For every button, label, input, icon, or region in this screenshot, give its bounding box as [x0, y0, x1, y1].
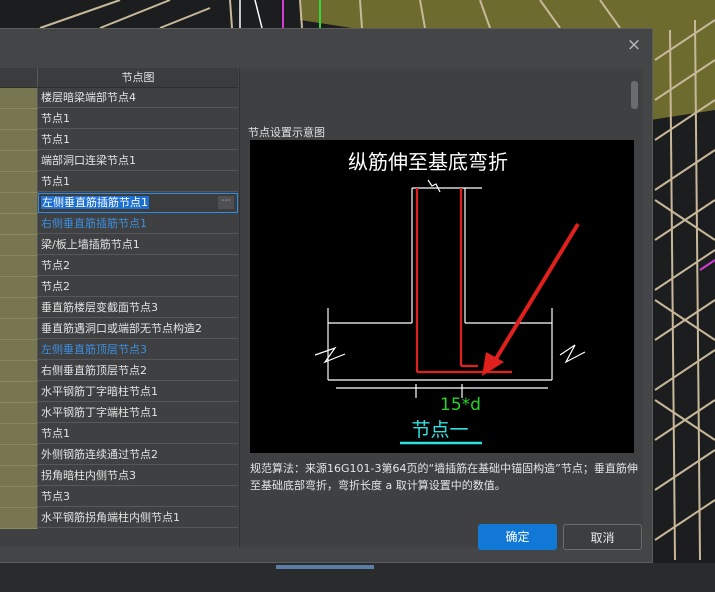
row-left-cell [0, 466, 38, 487]
row-left-cell [0, 508, 38, 529]
table-row[interactable]: 梁/板上墙插筋节点1 [0, 235, 238, 256]
node-cell[interactable]: 梁/板上墙插筋节点1 [38, 235, 238, 255]
table-row[interactable]: 垂直筋遇洞口或端部无节点构造2 [0, 319, 238, 340]
row-left-cell [0, 277, 38, 298]
node-cell[interactable]: 节点2 [38, 277, 238, 297]
close-icon[interactable]: × [622, 35, 646, 55]
table-row[interactable]: 节点1 [0, 172, 238, 193]
node-cell-text[interactable]: 左侧垂直筋插筋节点1 [41, 196, 149, 209]
table-row[interactable]: 楼层暗梁端部节点4 [0, 88, 238, 109]
table-row[interactable]: 节点3 [0, 487, 238, 508]
row-left-cell [0, 361, 38, 382]
node-cell[interactable]: 左侧垂直筋顶层节点3 [38, 340, 238, 360]
table-row[interactable]: 右侧垂直筋插筋节点1 [0, 214, 238, 235]
ellipsis-button[interactable]: ⋯ [218, 196, 234, 209]
node-cell[interactable]: 节点1 [38, 130, 238, 150]
node-cell[interactable]: 右侧垂直筋顶层节点2 [38, 361, 238, 381]
table-header-left [0, 68, 38, 87]
column-header-node-diagram: 节点图 [121, 71, 155, 84]
node-table: 节点图 楼层暗梁端部节点4 节点1 节点1 端部洞口连梁节点1 节点1 左侧垂直筋插筋节点… [0, 68, 238, 546]
table-row[interactable]: 左侧垂直筋插筋节点1 ⋯ [0, 193, 238, 214]
node-cell[interactable]: 拐角暗柱内侧节点3 [38, 466, 238, 486]
table-row[interactable]: 节点1 [0, 424, 238, 445]
row-left-cell [0, 424, 38, 445]
node-cell[interactable]: 垂直筋遇洞口或端部无节点构造2 [38, 319, 238, 339]
node-cell[interactable]: 右侧垂直筋插筋节点1 [38, 214, 238, 234]
node-caption: 节点一 [411, 419, 468, 441]
node-cell[interactable]: 节点2 [38, 256, 238, 276]
table-row[interactable]: 节点1 [0, 130, 238, 151]
row-left-cell [0, 256, 38, 277]
node-cell[interactable]: 节点1 [38, 424, 238, 444]
node-cell[interactable]: 节点3 [38, 487, 238, 507]
node-cell[interactable]: 节点1 [38, 172, 238, 192]
row-left-cell [0, 88, 38, 109]
row-left-cell [0, 130, 38, 151]
node-cell[interactable]: 垂直筋楼层变截面节点3 [38, 298, 238, 318]
row-left-cell [0, 403, 38, 424]
table-row[interactable]: 垂直筋楼层变截面节点3 [0, 298, 238, 319]
table-row[interactable]: 右侧垂直筋顶层节点2 [0, 361, 238, 382]
preview-title: 纵筋伸至基底弯折 [348, 150, 508, 174]
row-left-cell [0, 151, 38, 172]
row-left-cell [0, 319, 38, 340]
node-cell[interactable]: 楼层暗梁端部节点4 [38, 88, 238, 108]
table-row[interactable]: 水平钢筋丁字端柱节点1 [0, 403, 238, 424]
node-cell[interactable]: 端部洞口连梁节点1 [38, 151, 238, 171]
node-cell[interactable]: 节点1 [38, 109, 238, 129]
table-row[interactable]: 拐角暗柱内侧节点3 [0, 466, 238, 487]
preview-label: 节点设置示意图 [248, 126, 325, 139]
table-row[interactable]: 水平钢筋拐角端柱内侧节点1 [0, 508, 238, 529]
table-row[interactable]: 节点2 [0, 277, 238, 298]
row-left-cell [0, 298, 38, 319]
row-left-cell [0, 487, 38, 508]
node-cell[interactable]: 左侧垂直筋插筋节点1 ⋯ [38, 193, 238, 213]
row-left-cell [0, 382, 38, 403]
node-cell[interactable]: 水平钢筋拐角端柱内侧节点1 [38, 508, 238, 528]
dimension-label: 15*d [440, 395, 481, 415]
table-row[interactable]: 端部洞口连梁节点1 [0, 151, 238, 172]
row-left-cell [0, 235, 38, 256]
row-left-cell [0, 109, 38, 130]
algorithm-description: 规范算法：来源16G101-3第64页的“墙插筋在基础中锚固构造”节点；垂直筋伸… [250, 462, 638, 492]
scroll-indicator[interactable] [276, 565, 374, 569]
cancel-button[interactable]: 取消 [563, 524, 642, 550]
table-row[interactable]: 水平钢筋丁字暗柱节点1 [0, 382, 238, 403]
preview-scrollbar[interactable] [631, 81, 638, 109]
node-cell[interactable]: 水平钢筋丁字端柱节点1 [38, 403, 238, 423]
node-diagram-preview: 纵筋伸至基底弯折 15*d 节点一 [250, 140, 634, 453]
row-left-cell [0, 172, 38, 193]
ok-button[interactable]: 确定 [478, 524, 557, 550]
table-row[interactable]: 节点2 [0, 256, 238, 277]
row-left-cell [0, 445, 38, 466]
table-row[interactable]: 左侧垂直筋顶层节点3 [0, 340, 238, 361]
table-header: 节点图 [0, 68, 238, 88]
table-row[interactable]: 外侧钢筋连续通过节点2 [0, 445, 238, 466]
row-left-cell [0, 214, 38, 235]
row-left-cell [0, 340, 38, 361]
table-row[interactable]: 节点1 [0, 109, 238, 130]
node-cell[interactable]: 外侧钢筋连续通过节点2 [38, 445, 238, 465]
node-cell[interactable]: 水平钢筋丁字暗柱节点1 [38, 382, 238, 402]
row-left-cell [0, 193, 38, 214]
